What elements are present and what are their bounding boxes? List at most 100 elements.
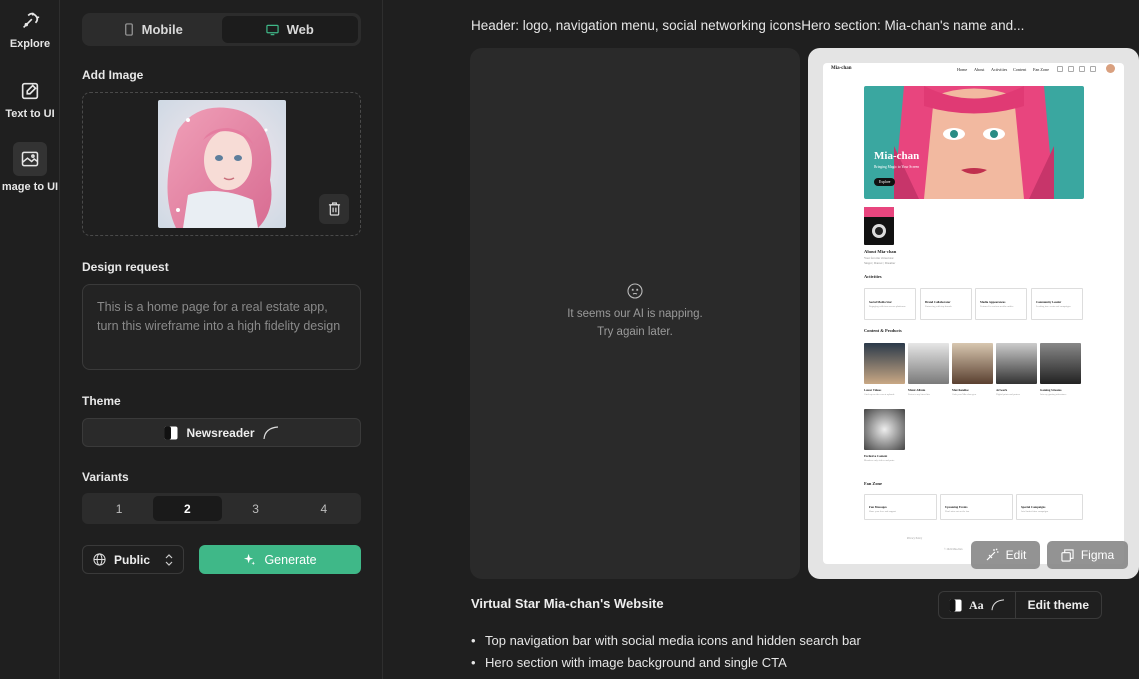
preview-nav-item: About xyxy=(974,67,985,72)
preview-navbar: Mia-chan Home About Activities Content F… xyxy=(823,63,1124,77)
preview-nav-item: Home xyxy=(957,67,968,72)
rail-item-explore[interactable]: Explore xyxy=(0,10,60,50)
variants-label: Variants xyxy=(82,470,129,484)
delete-image-button[interactable] xyxy=(319,194,349,224)
preview-footer-copy: © 2024 Mia-chan xyxy=(944,548,963,551)
preview-footer-link: Privacy Policy xyxy=(907,537,923,540)
rail-item-text-to-ui[interactable]: Text to UI xyxy=(0,80,60,120)
preview-social-icon xyxy=(1057,66,1063,72)
variants-selector: 1 2 3 4 xyxy=(82,493,361,524)
contrast-swatch-icon xyxy=(949,598,962,612)
preview-content-label: Latest Videos xyxy=(864,388,882,392)
preview-content-image xyxy=(864,343,905,384)
preview-about-line1: Your favorite virtual star xyxy=(864,256,894,260)
preview-nav-item: Activities xyxy=(991,67,1008,72)
uploaded-image-thumbnail xyxy=(158,100,286,228)
edit-icon xyxy=(21,82,39,100)
sleepy-face-icon xyxy=(627,283,643,299)
add-image-label: Add Image xyxy=(82,68,144,82)
preview-social-icon xyxy=(1079,66,1085,72)
visibility-value: Public xyxy=(114,552,151,567)
preview-social-icon xyxy=(1090,66,1096,72)
variant-card-preview[interactable]: Mia-chan Home About Activities Content F… xyxy=(808,48,1139,579)
preview-avatar xyxy=(1106,64,1115,73)
variant-option-3[interactable]: 3 xyxy=(222,496,290,521)
preview-hero: Mia-chan Bringing Magic to Your Screen E… xyxy=(864,86,1084,199)
rail-label: mage to UI xyxy=(1,181,59,193)
preview-nav-item: Fan Zone xyxy=(1033,67,1049,72)
image-dropzone[interactable] xyxy=(82,92,361,236)
image-icon xyxy=(21,151,39,167)
preview-nav-item: Content xyxy=(1013,67,1027,72)
preview-about-image xyxy=(864,207,894,245)
preview-content-desc: Catch up on the newest uploads xyxy=(864,393,895,396)
preview-fanzone-card: Upcoming Events Don't miss out on the fu… xyxy=(940,494,1013,520)
edit-theme-button[interactable]: Aa Edit theme xyxy=(938,591,1102,619)
feature-list: Top navigation bar with social media ico… xyxy=(471,630,861,674)
theme-selector[interactable]: Newsreader xyxy=(82,418,361,447)
preview-hero-subtitle: Bringing Magic to Your Screen xyxy=(874,165,920,169)
error-line-2: Try again later. xyxy=(597,326,673,338)
preview-content-image xyxy=(1040,343,1081,384)
explore-icon xyxy=(22,12,40,29)
theme-preview-chip: Aa xyxy=(939,592,1016,618)
rail-item-image-to-ui[interactable]: mage to UI xyxy=(0,142,60,193)
tab-mobile[interactable]: Mobile xyxy=(85,16,222,43)
chevron-updown-icon xyxy=(165,553,173,566)
preview-about-title: About Mia-chan xyxy=(864,249,897,254)
preview-content-label: Gaming Streams xyxy=(1040,388,1062,392)
variant-option-2[interactable]: 2 xyxy=(153,496,222,521)
preview-social-icon xyxy=(1068,66,1074,72)
preview-fanzone-card: Fan Messages Share your love and support xyxy=(864,494,937,520)
theme-label: Theme xyxy=(82,394,121,408)
preview-about-line2: Singer | Dancer | Dreamer xyxy=(864,261,896,265)
rail-label: Explore xyxy=(9,38,51,50)
preview-content-image xyxy=(864,409,905,450)
prompt-summary: Header: logo, navigation menu, social ne… xyxy=(471,18,1025,33)
tab-web[interactable]: Web xyxy=(221,16,358,43)
preview-content-image xyxy=(908,343,949,384)
generate-button[interactable]: Generate xyxy=(199,545,361,574)
preview-content-image xyxy=(996,343,1037,384)
figma-button[interactable]: Figma xyxy=(1047,541,1128,569)
phone-icon xyxy=(124,23,133,36)
preview-content-desc: Members only videos and posts xyxy=(864,459,895,462)
visibility-select[interactable]: Public xyxy=(82,545,184,574)
preview-content-title: Content & Products xyxy=(864,328,902,333)
left-rail: Explore Text to UI mage to UI xyxy=(0,0,60,679)
radius-curve-icon xyxy=(262,425,278,439)
edit-button[interactable]: Edit xyxy=(971,541,1040,569)
website-preview: Mia-chan Home About Activities Content F… xyxy=(823,63,1124,564)
preview-activity-card: Social Media Star Engaging with fans acr… xyxy=(864,288,916,320)
preview-content-desc: Join my gaming adventures xyxy=(1040,393,1067,396)
variant-option-4[interactable]: 4 xyxy=(290,496,358,521)
preview-content-label: Exclusive Content xyxy=(864,454,888,458)
preview-content-desc: Digital prints and posters xyxy=(996,393,1021,396)
device-toggle: Mobile Web xyxy=(82,13,361,46)
edit-label: Edit xyxy=(1005,548,1027,562)
contrast-swatch-icon xyxy=(164,426,178,439)
preview-content-label: Music Album xyxy=(908,388,926,392)
preview-content-desc: Grab your Mia-chan gear xyxy=(952,393,977,396)
variant-title: Virtual Star Mia-chan's Website xyxy=(471,596,664,611)
preview-fanzone-title: Fan Zone xyxy=(864,481,882,486)
preview-activity-card: Community Leader Leading fan events and … xyxy=(1031,288,1083,320)
generate-label: Generate xyxy=(264,552,317,567)
preview-hero-title: Mia-chan xyxy=(874,150,920,162)
error-line-1: It seems our AI is napping. xyxy=(567,308,703,320)
preview-activity-card: Brand Collaborator Partnering with top b… xyxy=(920,288,972,320)
preview-content-image xyxy=(952,343,993,384)
preview-activities-title: Activities xyxy=(864,274,882,279)
magic-wand-icon xyxy=(986,548,999,561)
radius-curve-icon xyxy=(991,599,1004,611)
variant-card-failed: It seems our AI is napping. Try again la… xyxy=(470,48,800,579)
figma-label: Figma xyxy=(1080,548,1115,562)
monitor-icon xyxy=(265,24,279,35)
list-item: Hero section with image background and s… xyxy=(471,652,861,674)
preview-content-label: Artwork xyxy=(996,388,1008,392)
trash-icon xyxy=(328,202,340,216)
preview-content-label: Merchandise xyxy=(952,388,969,392)
edit-theme-label: Edit theme xyxy=(1027,598,1089,612)
design-request-input[interactable]: This is a home page for a real estate ap… xyxy=(82,284,361,370)
variant-option-1[interactable]: 1 xyxy=(85,496,153,521)
